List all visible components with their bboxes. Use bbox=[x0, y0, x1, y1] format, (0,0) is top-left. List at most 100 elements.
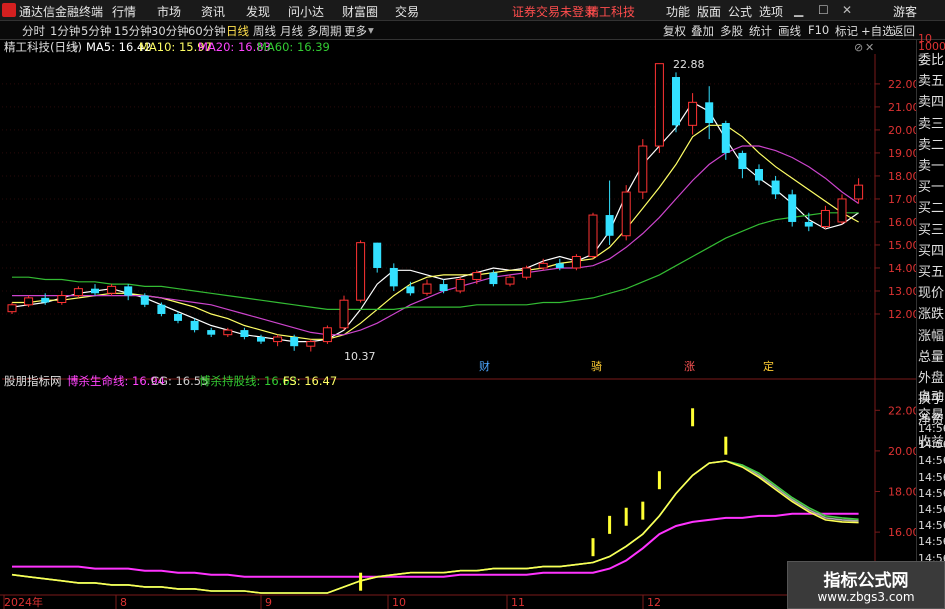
side-tab[interactable]: 买三 bbox=[918, 219, 945, 241]
price-axis-label: 17.00 bbox=[888, 193, 916, 206]
candle[interactable] bbox=[455, 277, 465, 294]
side-tab[interactable]: 卖一 bbox=[918, 155, 945, 177]
candle-body bbox=[837, 198, 847, 223]
candle[interactable] bbox=[588, 212, 598, 259]
minimize-icon[interactable]: ▁ bbox=[794, 3, 803, 17]
add-watchlist-button[interactable]: +自选 bbox=[861, 23, 894, 39]
app-logo-icon bbox=[2, 3, 16, 17]
guest-label[interactable]: 游客 bbox=[893, 3, 917, 20]
candle-body bbox=[240, 330, 249, 337]
tab-more[interactable]: 更多 bbox=[344, 23, 367, 39]
menu-item-market[interactable]: 市场 bbox=[157, 3, 181, 20]
candle[interactable] bbox=[356, 240, 366, 303]
tab-5min[interactable]: 5分钟 bbox=[81, 23, 111, 39]
chart-area[interactable]: 22.00 21.00 20.00 19.00 18.00 17.00 16.00 15.00… bbox=[0, 40, 916, 609]
tab-multi-period[interactable]: 多周期 bbox=[307, 23, 342, 39]
draw-button[interactable]: 画线 bbox=[778, 23, 801, 39]
tab-15min[interactable]: 15分钟 bbox=[114, 23, 152, 39]
menu-item-discover[interactable]: 发现 bbox=[246, 3, 270, 20]
tab-weekly[interactable]: 周线 bbox=[253, 23, 276, 39]
side-tab[interactable]: 买五 bbox=[918, 261, 945, 283]
candle[interactable] bbox=[837, 194, 847, 225]
statistics-button[interactable]: 统计 bbox=[749, 23, 772, 39]
side-tab[interactable]: 总量 bbox=[918, 346, 945, 368]
candle[interactable] bbox=[489, 270, 498, 287]
side-tab[interactable]: 委比 bbox=[918, 49, 945, 71]
side-tab[interactable]: 卖四 bbox=[918, 91, 945, 113]
menu-item-quotes[interactable]: 行情 bbox=[112, 3, 136, 20]
candle-body bbox=[290, 336, 299, 347]
candle[interactable] bbox=[571, 254, 581, 271]
app-title: 通达信金融终端 bbox=[19, 5, 104, 19]
mark-button[interactable]: 标记 bbox=[835, 23, 858, 39]
candle[interactable] bbox=[339, 295, 349, 331]
candle-body bbox=[455, 278, 465, 292]
candle-body bbox=[406, 286, 415, 294]
tab-1min[interactable]: 1分钟 bbox=[50, 23, 80, 39]
signal-bar bbox=[641, 501, 645, 520]
signal-bar bbox=[608, 515, 612, 534]
menu-bar: 通达信金融终端 行情 市场 资讯 发现 问小达 财富圈 交易 证券交易未登录 精… bbox=[0, 0, 945, 21]
menu-item-assistant[interactable]: 问小达 bbox=[288, 3, 324, 20]
side-tab[interactable]: 买二 bbox=[918, 197, 945, 219]
event-marker-rise[interactable]: 涨 bbox=[684, 360, 695, 373]
tab-60min[interactable]: 60分钟 bbox=[188, 23, 226, 39]
candle[interactable] bbox=[522, 265, 532, 280]
menu-item-news[interactable]: 资讯 bbox=[201, 3, 225, 20]
sub-axis-label: 20.00 bbox=[888, 445, 916, 458]
side-tab[interactable]: 涨幅 bbox=[918, 325, 945, 347]
tab-monthly[interactable]: 月线 bbox=[280, 23, 303, 39]
candle-body bbox=[804, 221, 813, 227]
candle[interactable] bbox=[638, 139, 648, 199]
panel-settings-icon[interactable]: ⊘ bbox=[854, 41, 863, 54]
candle-body bbox=[489, 272, 498, 285]
side-tab[interactable]: 卖二 bbox=[918, 134, 945, 156]
signal-bar bbox=[657, 471, 661, 490]
tab-30min[interactable]: 30分钟 bbox=[151, 23, 189, 39]
signal-bar bbox=[691, 408, 695, 427]
signal-bar bbox=[724, 436, 728, 455]
candle-body bbox=[571, 255, 581, 269]
tab-intraday[interactable]: 分时 bbox=[22, 23, 45, 39]
overlay-button[interactable]: 叠加 bbox=[691, 23, 714, 39]
menu-item-options[interactable]: 选项 bbox=[759, 3, 783, 20]
side-tab[interactable]: 买一 bbox=[918, 176, 945, 198]
menu-item-layout[interactable]: 版面 bbox=[697, 3, 721, 20]
menu-item-formula[interactable]: 公式 bbox=[728, 3, 752, 20]
candle-body bbox=[705, 102, 714, 124]
back-button[interactable]: 返回 bbox=[892, 23, 915, 39]
side-tab[interactable]: 涨跌 bbox=[918, 303, 945, 325]
candle-body bbox=[505, 276, 515, 285]
multi-stock-button[interactable]: 多股 bbox=[720, 23, 743, 39]
event-marker-ride[interactable]: 骑 bbox=[591, 360, 602, 373]
candle-body bbox=[538, 262, 548, 269]
f10-button[interactable]: F10 bbox=[808, 23, 829, 37]
side-tab[interactable]: 卖五 bbox=[918, 70, 945, 92]
candle[interactable] bbox=[788, 189, 797, 227]
close-icon[interactable]: ✕ bbox=[842, 3, 852, 17]
more-dropdown-icon[interactable]: ▾ bbox=[368, 23, 374, 37]
candle[interactable] bbox=[621, 185, 631, 241]
side-tab[interactable]: 现价 bbox=[918, 282, 945, 304]
maximize-icon[interactable]: ☐ bbox=[818, 3, 829, 17]
candle-body bbox=[820, 209, 830, 228]
menu-item-trade[interactable]: 交易 bbox=[395, 3, 419, 20]
side-tab[interactable]: 买四 bbox=[918, 240, 945, 262]
ma60-label: MA60: 16.39 bbox=[257, 40, 330, 54]
menu-item-functions[interactable]: 功能 bbox=[666, 3, 690, 20]
login-status[interactable]: 证券交易未登录 bbox=[512, 3, 596, 20]
tab-daily[interactable]: 日线 bbox=[226, 23, 249, 39]
candle-body bbox=[555, 263, 564, 268]
menu-item-wealth-circle[interactable]: 财富圈 bbox=[342, 3, 378, 20]
candle[interactable] bbox=[322, 325, 332, 344]
panel-close-icon[interactable]: ✕ bbox=[865, 41, 874, 54]
event-marker-fixed[interactable]: 定 bbox=[763, 359, 774, 373]
candle-body bbox=[57, 295, 67, 303]
side-tab[interactable]: 卖三 bbox=[918, 113, 945, 135]
candle[interactable] bbox=[654, 63, 664, 153]
panel-collapse-icon[interactable]: ▾ bbox=[73, 41, 79, 54]
candle-body bbox=[522, 267, 532, 278]
event-marker-finance[interactable]: 财 bbox=[479, 359, 490, 373]
candle[interactable] bbox=[672, 72, 680, 133]
adjust-button[interactable]: 复权 bbox=[663, 23, 686, 39]
